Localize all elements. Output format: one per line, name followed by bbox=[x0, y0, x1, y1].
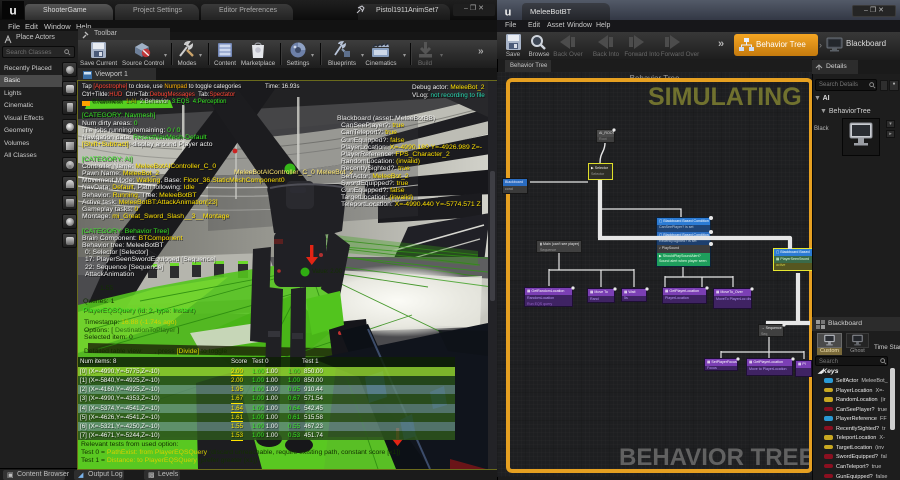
svg-text:u: u bbox=[9, 4, 16, 18]
svg-text:u: u bbox=[505, 7, 512, 19]
